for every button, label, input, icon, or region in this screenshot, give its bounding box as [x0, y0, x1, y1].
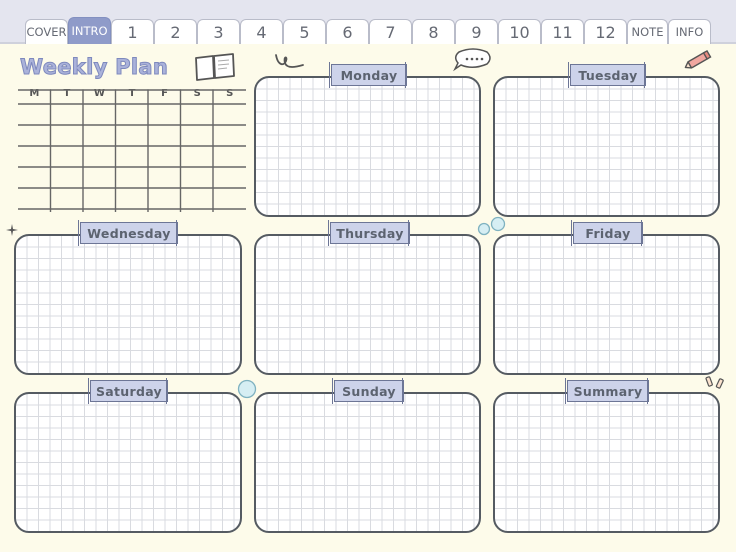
friday-box[interactable] — [493, 234, 720, 375]
speech-bubble-icon — [453, 48, 491, 72]
summary-box[interactable] — [493, 392, 720, 533]
bubble-doodle-icon — [237, 379, 257, 399]
monday-box[interactable] — [254, 76, 481, 217]
tab-8[interactable]: 8 — [412, 19, 455, 44]
sunday-box[interactable] — [254, 392, 481, 533]
tab-intro[interactable]: INTRO — [68, 17, 111, 44]
tab-info[interactable]: INFO — [668, 19, 711, 44]
wednesday-box[interactable] — [14, 234, 242, 375]
tab-9[interactable]: 9 — [455, 19, 498, 44]
tab-1[interactable]: 1 — [111, 19, 154, 44]
sparkle-icon — [6, 224, 18, 236]
tuesday-label: Tuesday — [568, 62, 646, 88]
tuesday-box[interactable] — [493, 76, 720, 217]
saturday-box[interactable] — [14, 392, 242, 533]
monday-label: Monday — [329, 62, 407, 88]
squiggle-doodle-icon — [275, 54, 304, 68]
wednesday-label: Wednesday — [78, 220, 178, 246]
tab-10[interactable]: 10 — [498, 19, 541, 44]
friday-label: Friday — [571, 220, 643, 246]
tab-7[interactable]: 7 — [369, 19, 412, 44]
sunday-label: Sunday — [332, 378, 404, 404]
tab-note[interactable]: NOTE — [627, 19, 668, 44]
thursday-box[interactable] — [254, 234, 481, 375]
pencil-icon — [684, 49, 712, 69]
tab-11[interactable]: 11 — [541, 19, 584, 44]
tab-2[interactable]: 2 — [154, 19, 197, 44]
dash-marks-icon — [705, 376, 724, 389]
tab-12[interactable]: 12 — [584, 19, 627, 44]
tab-5[interactable]: 5 — [283, 19, 326, 44]
summary-label: Summary — [565, 378, 649, 404]
tab-3[interactable]: 3 — [197, 19, 240, 44]
thursday-label: Thursday — [328, 220, 410, 246]
mini-calendar: M T W T F S S — [18, 88, 246, 212]
mini-calendar-grid — [18, 89, 246, 212]
tab-4[interactable]: 4 — [240, 19, 283, 44]
open-book-icon — [195, 53, 235, 81]
tab-6[interactable]: 6 — [326, 19, 369, 44]
tab-bar: COVER INTRO 1 2 3 4 5 6 7 8 9 10 11 12 N… — [0, 0, 736, 44]
tab-cover[interactable]: COVER — [25, 19, 68, 44]
saturday-label: Saturday — [88, 378, 168, 404]
page-title: Weekly Plan — [19, 55, 169, 80]
